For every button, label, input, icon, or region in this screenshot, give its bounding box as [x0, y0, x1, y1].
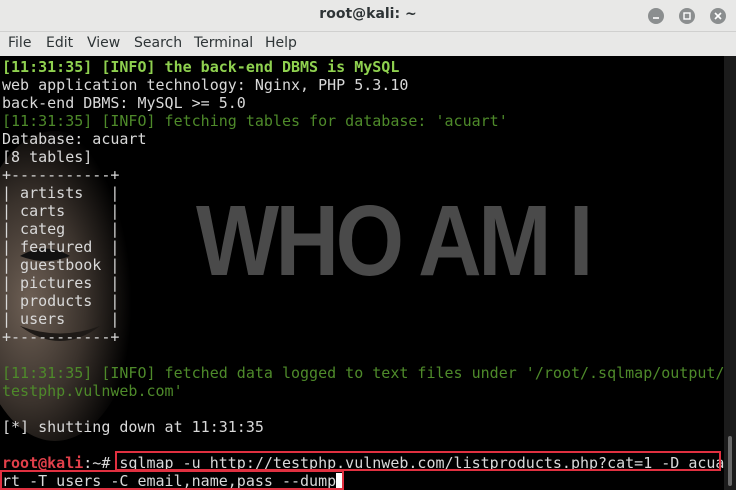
command-highlight-box — [0, 470, 344, 490]
table-row: | guestbook | — [2, 256, 120, 274]
menu-edit[interactable]: Edit — [46, 35, 73, 51]
output-line: back-end DBMS: MySQL >= 5.0 — [2, 94, 246, 112]
menu-file[interactable]: File — [8, 35, 31, 51]
close-icon — [714, 12, 722, 20]
scrollbar-thumb[interactable] — [728, 436, 732, 486]
timestamp: [11:31:35] — [2, 112, 93, 130]
output-line: [11:31:35] [INFO] fetching tables for da… — [2, 112, 508, 130]
table-row: | featured | — [2, 238, 120, 256]
output-line: [8 tables] — [2, 148, 93, 166]
table-row: | pictures | — [2, 274, 120, 292]
output-line: [*] shutting down at 11:31:35 — [2, 418, 264, 436]
timestamp: [11:31:35] — [2, 58, 93, 76]
info-text: [INFO] fetched data logged to text files… — [92, 364, 724, 382]
output-line: Database: acuart — [2, 130, 147, 148]
minimize-icon — [653, 17, 659, 19]
menu-search[interactable]: Search — [134, 35, 182, 51]
close-button[interactable] — [710, 8, 726, 24]
window-title: root@kali: ~ — [319, 6, 417, 22]
maximize-button[interactable] — [679, 8, 695, 24]
background-text: WHO AM I — [196, 185, 593, 297]
info-text: [INFO] fetching tables for database: 'ac… — [92, 112, 508, 130]
output-line: testphp.vulnweb.com' — [2, 382, 183, 400]
output-line: [11:31:35] [INFO] fetched data logged to… — [2, 364, 724, 382]
menu-help[interactable]: Help — [265, 35, 297, 51]
info-text: [INFO] the back-end DBMS is MySQL — [92, 58, 400, 76]
title-bar: root@kali: ~ — [0, 0, 736, 32]
table-row: | carts | — [2, 202, 120, 220]
minimize-button[interactable] — [648, 8, 664, 24]
table-border: +-----------+ — [2, 166, 120, 184]
terminal-window: root@kali: ~ File Edit View Search Termi… — [0, 0, 736, 490]
maximize-icon — [683, 12, 691, 20]
timestamp: [11:31:35] — [2, 364, 93, 382]
menu-view[interactable]: View — [87, 35, 120, 51]
table-row: | artists | — [2, 184, 120, 202]
table-border: +-----------+ — [2, 328, 120, 346]
table-row: | categ | — [2, 220, 120, 238]
scrollbar[interactable] — [724, 56, 736, 490]
output-line: [11:31:35] [INFO] the back-end DBMS is M… — [2, 58, 399, 76]
menu-terminal[interactable]: Terminal — [194, 35, 253, 51]
terminal-output[interactable]: WHO AM I [11:31:35] [INFO] the back-end … — [0, 56, 724, 490]
command-highlight-box — [115, 451, 721, 471]
menu-bar: File Edit View Search Terminal Help — [0, 32, 736, 56]
output-line: web application technology: Nginx, PHP 5… — [2, 76, 409, 94]
table-row: | users | — [2, 310, 120, 328]
table-row: | products | — [2, 292, 120, 310]
